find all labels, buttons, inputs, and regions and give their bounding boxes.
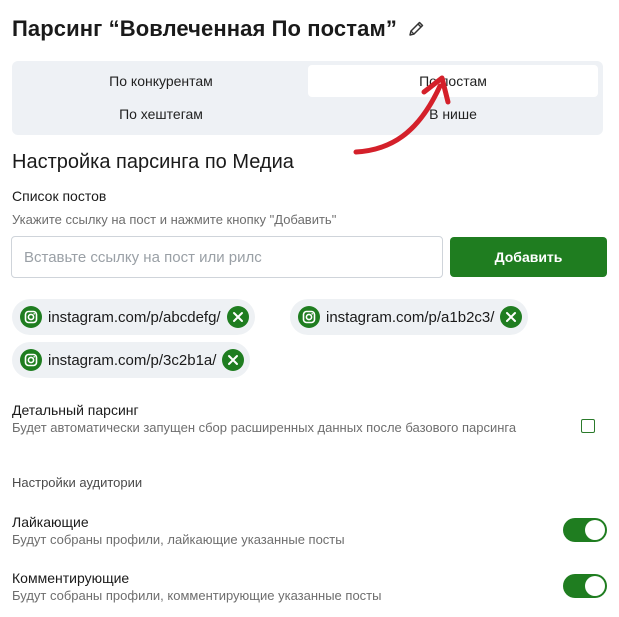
post-chip: instagram.com/p/a1b2c3/ — [290, 299, 529, 335]
add-button[interactable]: Добавить — [450, 237, 607, 277]
commenters-description: Будут собраны профили, комментирующие ук… — [12, 588, 382, 603]
remove-icon[interactable] — [500, 306, 523, 328]
tab-competitors[interactable]: По конкурентам — [16, 65, 306, 97]
page-title: Парсинг “Вовлеченная По постам” — [12, 16, 397, 41]
title-row: Парсинг “Вовлеченная По постам” — [12, 16, 425, 42]
posts-hint: Укажите ссылку на пост и нажмите кнопку … — [12, 212, 337, 227]
commenters-toggle[interactable] — [563, 574, 607, 598]
parsing-type-tabs: По конкурентам По постам По хештегам В н… — [12, 61, 603, 135]
instagram-icon — [20, 306, 42, 328]
audience-settings-title: Настройки аудитории — [12, 475, 143, 490]
likers-description: Будут собраны профили, лайкающие указанн… — [12, 532, 345, 547]
toggle-knob — [585, 520, 605, 540]
post-chip: instagram.com/p/3c2b1a/ — [12, 342, 251, 378]
post-url: instagram.com/p/a1b2c3/ — [326, 308, 495, 326]
posts-list-label: Список постов — [12, 188, 107, 204]
likers-label: Лайкающие — [12, 514, 89, 530]
tab-posts[interactable]: По постам — [308, 65, 598, 97]
pencil-icon[interactable] — [407, 20, 425, 38]
post-url: instagram.com/p/3c2b1a/ — [48, 351, 217, 369]
instagram-icon — [298, 306, 320, 328]
post-url-input[interactable] — [11, 236, 443, 278]
tab-hashtags[interactable]: По хештегам — [16, 98, 306, 130]
detailed-parsing-description: Будет автоматически запущен сбор расшире… — [12, 420, 517, 435]
toggle-knob — [585, 576, 605, 596]
remove-icon[interactable] — [222, 349, 245, 371]
detailed-parsing-label: Детальный парсинг — [12, 402, 139, 418]
post-url: instagram.com/p/abcdefg/ — [48, 308, 221, 326]
commenters-label: Комментирующие — [12, 570, 130, 586]
detailed-parsing-checkbox[interactable] — [581, 419, 595, 433]
post-chip: instagram.com/p/abcdefg/ — [12, 299, 255, 335]
tab-niche[interactable]: В нише — [308, 98, 598, 130]
instagram-icon — [20, 349, 42, 371]
likers-toggle[interactable] — [563, 518, 607, 542]
section-title: Настройка парсинга по Медиа — [12, 151, 294, 173]
remove-icon[interactable] — [226, 306, 249, 328]
